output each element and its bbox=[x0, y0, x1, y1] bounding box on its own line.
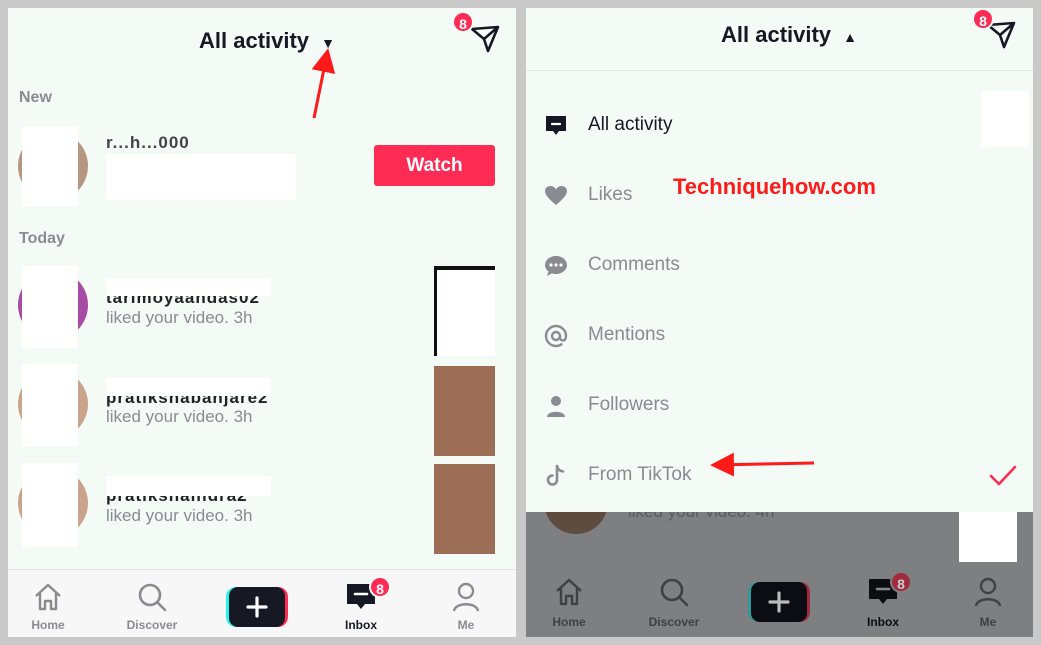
annotation-arrows bbox=[311, 48, 815, 477]
arrow-to-dropdown bbox=[311, 48, 336, 119]
arrow-to-from-tiktok bbox=[710, 452, 815, 477]
